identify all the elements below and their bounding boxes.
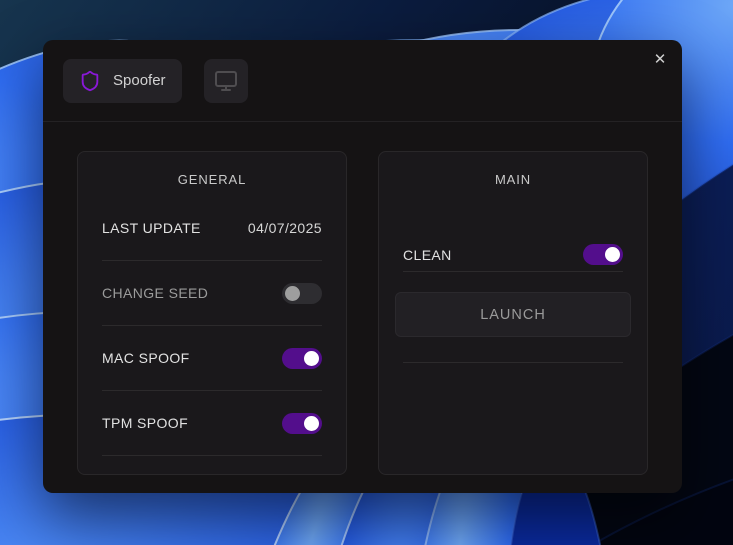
change-seed-toggle[interactable] — [282, 283, 322, 304]
toggle-knob — [605, 247, 620, 262]
launch-button[interactable]: LAUNCH — [395, 292, 631, 337]
panel-main-title: MAIN — [403, 172, 623, 188]
clean-toggle[interactable] — [583, 244, 623, 265]
shield-icon — [79, 70, 101, 92]
row-last-update: LAST UPDATE 04/07/2025 — [102, 196, 322, 261]
tab-spoofer[interactable]: Spoofer — [63, 59, 182, 103]
mac-spoof-toggle[interactable] — [282, 348, 322, 369]
row-tpm-spoof: TPM SPOOF — [102, 391, 322, 456]
panel-main: MAIN CLEAN LAUNCH — [378, 151, 648, 475]
row-change-seed: CHANGE SEED — [102, 261, 322, 326]
window-content: GENERAL LAST UPDATE 04/07/2025 CHANGE SE… — [43, 122, 682, 475]
tab-spoofer-label: Spoofer — [113, 72, 166, 89]
desktop: ✕ Spoofer — [0, 0, 733, 545]
window-header: Spoofer — [43, 40, 682, 122]
tpm-spoof-label: TPM SPOOF — [102, 415, 188, 431]
toggle-knob — [304, 416, 319, 431]
panel-general: GENERAL LAST UPDATE 04/07/2025 CHANGE SE… — [77, 151, 347, 475]
close-button[interactable]: ✕ — [648, 48, 672, 72]
row-mac-spoof: MAC SPOOF — [102, 326, 322, 391]
mac-spoof-label: MAC SPOOF — [102, 350, 190, 366]
toggle-knob — [304, 351, 319, 366]
last-update-label: LAST UPDATE — [102, 220, 201, 236]
row-clean: CLEAN — [403, 238, 623, 272]
clean-label: CLEAN — [403, 247, 452, 263]
change-seed-label: CHANGE SEED — [102, 285, 208, 301]
divider — [403, 362, 623, 363]
monitor-icon — [214, 69, 238, 93]
tab-monitor[interactable] — [204, 59, 248, 103]
last-update-value: 04/07/2025 — [248, 220, 322, 236]
app-window: ✕ Spoofer — [43, 40, 682, 493]
panel-general-title: GENERAL — [102, 172, 322, 188]
toggle-knob — [285, 286, 300, 301]
tpm-spoof-toggle[interactable] — [282, 413, 322, 434]
close-icon: ✕ — [654, 51, 667, 68]
